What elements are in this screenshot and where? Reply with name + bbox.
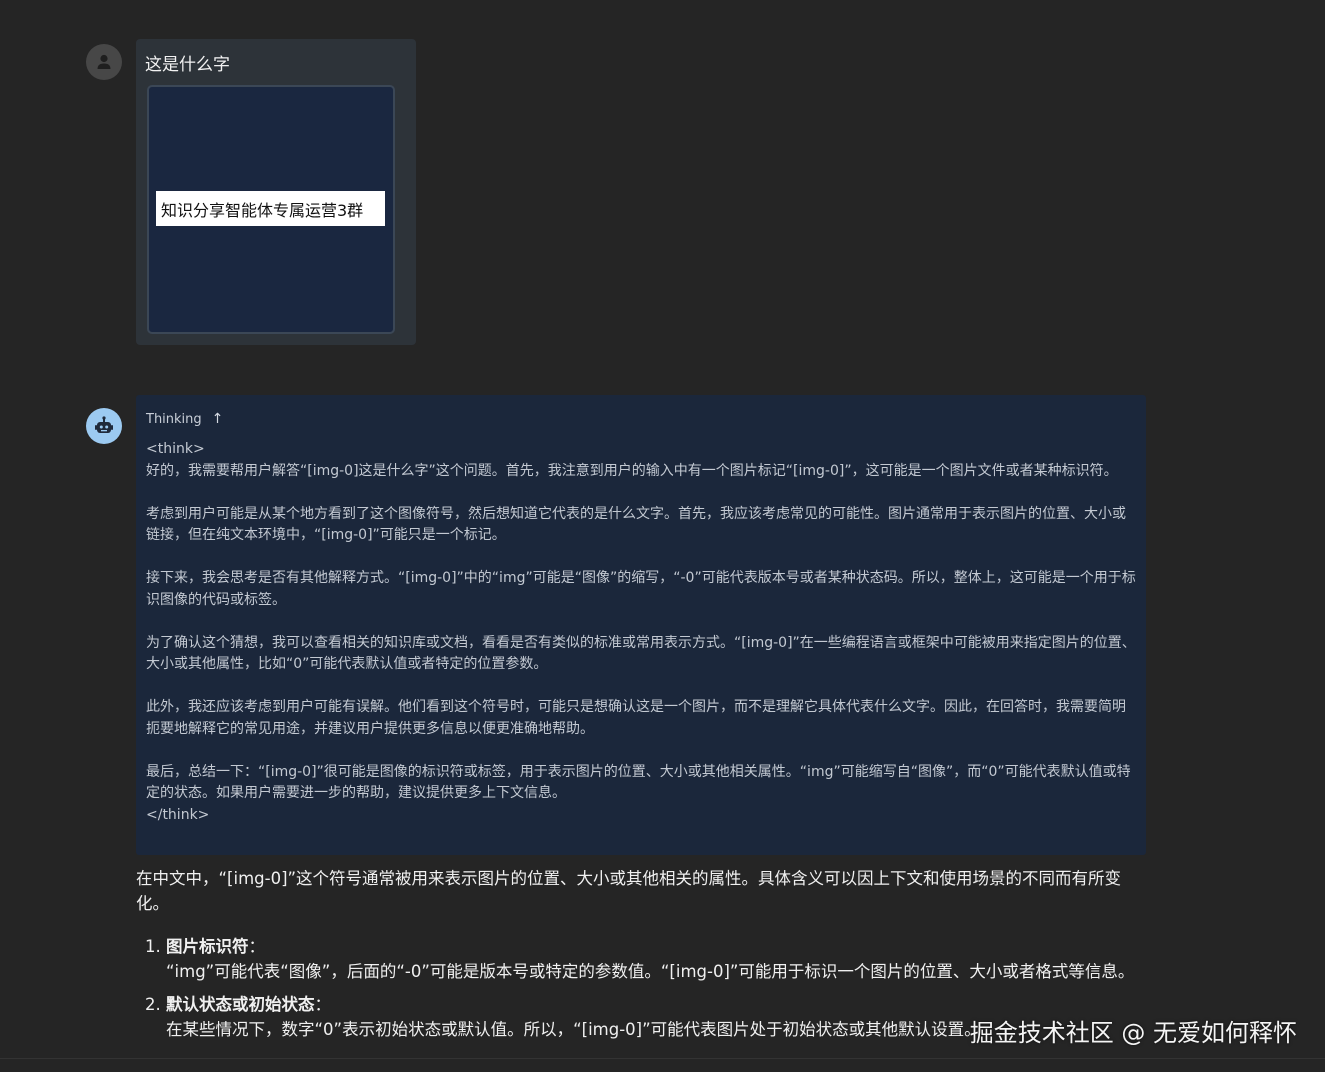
thinking-paragraph: 为了确认这个猜想，我可以查看相关的知识库或文档，看看是否有类似的标准或常用表示方… — [146, 634, 1136, 673]
watermark: 掘金技术社区 @ 无爱如何释怀 — [969, 1019, 1297, 1047]
thinking-paragraph: 最后，总结一下：“[img-0]”很可能是图像的标识符或标签，用于表示图片的位置… — [146, 763, 1131, 802]
thinking-paragraph: 考虑到用户可能是从某个地方看到了这个图像符号，然后想知道它代表的是什么文字。首先… — [146, 505, 1126, 544]
user-avatar — [86, 44, 122, 80]
list-item: 图片标识符： “img”可能代表“图像”，后面的“-0”可能是版本号或特定的参数… — [166, 934, 1146, 984]
user-message-text: 这是什么字 — [145, 55, 230, 75]
thinking-label: Thinking — [146, 411, 202, 427]
list-item-title: 图片标识符 — [166, 937, 249, 956]
arrow-up-icon: ↑ — [211, 411, 224, 427]
attached-image[interactable]: 知识分享智能体专属运营3群 — [147, 85, 395, 334]
robot-icon — [95, 416, 113, 433]
image-caption-text: 知识分享智能体专属运营3群 — [156, 191, 385, 226]
thinking-paragraph: 接下来，我会思考是否有其他解释方式。“[img-0]”中的“img”可能是“图像… — [146, 570, 1136, 608]
chat-page: 这是什么字 知识分享智能体专属运营3群 Thinking ↑ <think> 好… — [0, 0, 1325, 1072]
thinking-content: <think> 好的，我需要帮用户解答“[img-0]这是什么字”这个问题。首先… — [146, 439, 1136, 826]
thinking-toggle[interactable]: Thinking ↑ — [146, 409, 1136, 429]
thinking-panel: Thinking ↑ <think> 好的，我需要帮用户解答“[img-0]这是… — [136, 395, 1146, 855]
person-icon — [97, 54, 111, 69]
thinking-paragraph: 此外，我还应该考虑到用户可能有误解。他们看到这个符号时，可能只是想确认这是一个图… — [146, 699, 1126, 737]
thinking-paragraph: 好的，我需要帮用户解答“[img-0]这是什么字”这个问题。首先，我注意到用户的… — [146, 462, 1118, 479]
bot-avatar — [86, 408, 122, 444]
think-open-tag: <think> — [146, 441, 205, 457]
divider — [0, 1058, 1325, 1059]
think-close-tag: </think> — [146, 806, 210, 823]
user-message-bubble: 这是什么字 知识分享智能体专属运营3群 — [136, 39, 416, 345]
list-item-title: 默认状态或初始状态 — [166, 995, 315, 1014]
list-item-desc: “img”可能代表“图像”，后面的“-0”可能是版本号或特定的参数值。“[img… — [166, 962, 1135, 981]
answer-intro: 在中文中，“[img-0]”这个符号通常被用来表示图片的位置、大小或其他相关的属… — [136, 869, 1122, 913]
